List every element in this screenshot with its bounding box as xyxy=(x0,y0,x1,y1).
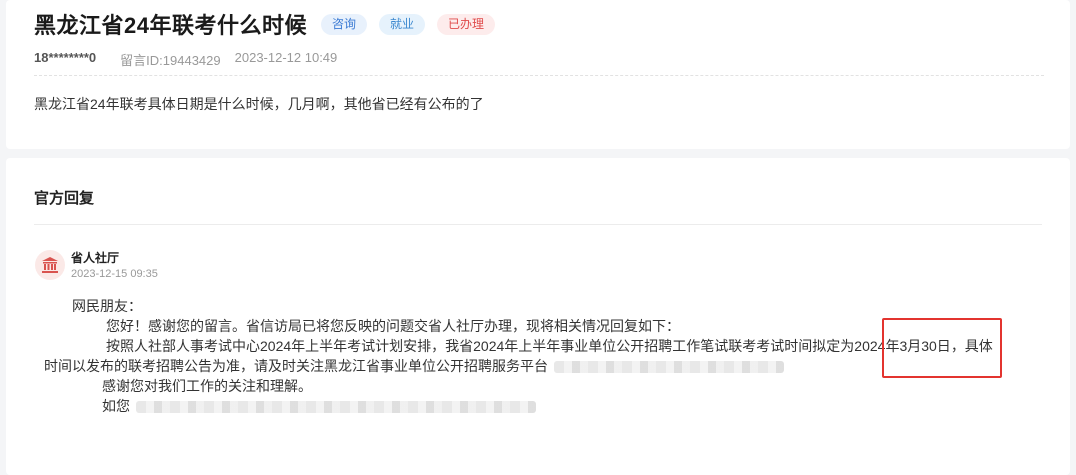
date-highlight-box xyxy=(882,318,1002,378)
question-body: 黑龙江省24年联考具体日期是什么时候，几月啊，其他省已经有公布的了 xyxy=(34,96,484,112)
reply-heading: 官方回复 xyxy=(34,190,95,207)
reply-text: 如您 xyxy=(102,398,130,414)
divider xyxy=(34,224,1042,225)
question-user: 18********0 xyxy=(34,50,97,65)
tag-employment[interactable]: 就业 xyxy=(379,13,426,35)
reply-paragraph: 如您 xyxy=(72,396,1052,416)
reply-datetime: 2023-12-15 09:35 xyxy=(71,268,158,280)
question-title: 黑龙江省24年联考什么时候 xyxy=(34,13,307,38)
question-meta: 18********0 留言ID:19443429 2023-12-12 10:… xyxy=(34,50,337,69)
government-building-icon xyxy=(35,250,65,280)
divider xyxy=(34,75,1044,76)
question-datetime: 2023-12-12 10:49 xyxy=(234,50,338,65)
reply-text: 按照人社部人事考试中心2024年上半年考试计划安排，我省2024年上半年事业单位… xyxy=(106,338,855,354)
tag-consult[interactable]: 咨询 xyxy=(320,13,367,35)
reply-org-name: 省人社厅 xyxy=(71,251,120,265)
redacted-region xyxy=(136,401,536,414)
reply-paragraph: 感谢您对我们工作的关注和理解。 xyxy=(102,378,312,394)
reply-text: 时间以发布的联考招聘公告为准，请及时关注黑龙江省事业单位公开招聘服务平台 xyxy=(44,358,548,374)
redacted-region xyxy=(554,361,784,374)
reply-greeting: 网民朋友： xyxy=(72,298,142,314)
question-header: 黑龙江省24年联考什么时候 咨询 就业 已办理 xyxy=(34,8,496,40)
reply-card: 官方回复 省人社厅 2023-12-15 09:35 网民朋友： 您好！感谢您的… xyxy=(6,158,1070,475)
message-id: 留言ID:19443429 xyxy=(120,53,221,68)
question-card: 黑龙江省24年联考什么时候 咨询 就业 已办理 18********0 留言ID… xyxy=(6,0,1070,149)
tag-status-handled: 已办理 xyxy=(437,13,496,35)
